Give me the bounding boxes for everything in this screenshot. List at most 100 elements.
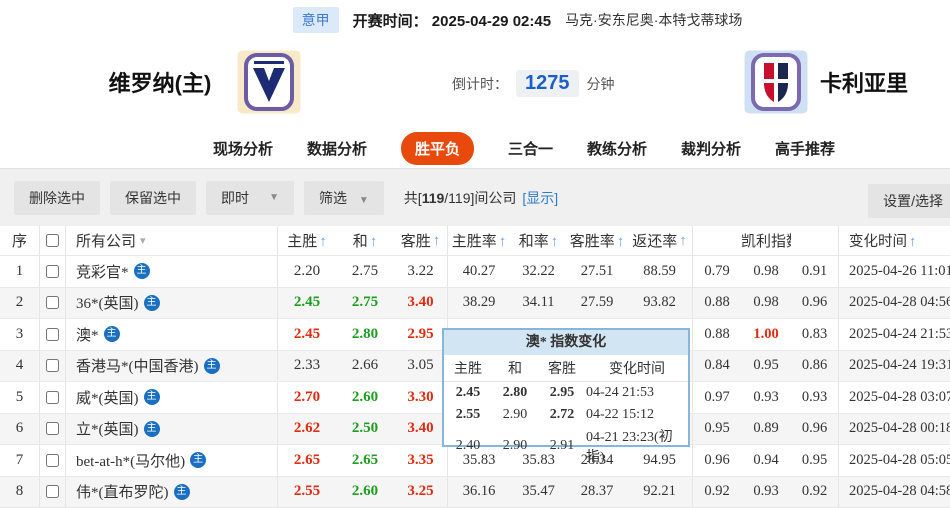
popup-odds-away: 2.95 (549, 385, 575, 400)
kelly-home: 0.84 (704, 357, 730, 374)
row-seq: 7 (0, 445, 40, 476)
company-name: bet-at-h*(马尔他) (76, 453, 186, 470)
popup-header-home: 主胜 (454, 362, 482, 377)
odds-home: 2.45 (293, 325, 321, 342)
change-time: 2025-04-26 11:01 (849, 262, 950, 279)
kickoff-value: 2025-04-29 02:45 (431, 12, 552, 30)
kelly-away: 0.91 (791, 256, 839, 287)
row-checkbox[interactable] (46, 264, 59, 278)
kelly-draw: 0.98 (753, 262, 779, 279)
tab-data-analysis[interactable]: 数据分析 (307, 138, 367, 159)
company-cell[interactable]: 威*(英国) 主 (66, 382, 278, 413)
company-cell[interactable]: 伟*(直布罗陀) 主 (66, 476, 278, 507)
company-cell[interactable]: bet-at-h*(马尔他) 主 (66, 445, 278, 476)
odds-time-select[interactable]: 即时 ▼ (206, 180, 294, 215)
show-link[interactable]: [显示] (522, 188, 558, 208)
company-cell[interactable]: 香港马*(中国香港) 主 (66, 350, 278, 381)
row-checkbox[interactable] (46, 453, 59, 467)
header-home-win[interactable]: 主胜 ↑ (278, 230, 336, 251)
odds-away: 3.05 (394, 350, 448, 381)
main-company-icon: 主 (103, 326, 120, 343)
sort-asc-icon: ↑ (550, 233, 559, 250)
away-team-logo-icon (744, 50, 808, 114)
kelly-draw: 0.93 (753, 388, 779, 405)
header-change-time[interactable]: 变化时间 ↑ (839, 230, 950, 251)
odds-time-select-value: 即时 (221, 189, 249, 206)
row-checkbox[interactable] (46, 327, 59, 341)
toolbar: 删除选中 保留选中 即时 ▼ 筛选 ▼ 共[119/119]间公司 [显示] 设… (0, 168, 950, 226)
sort-asc-icon: ↑ (319, 233, 327, 250)
row-checkbox[interactable] (46, 390, 59, 404)
popup-odds-away: 2.91 (549, 438, 575, 453)
settings-select-button[interactable]: 设置/选择 (868, 184, 950, 218)
sort-asc-icon: ↑ (679, 232, 687, 249)
select-all-checkbox[interactable] (46, 234, 59, 247)
company-name: 竞彩官* (76, 264, 129, 281)
sort-asc-icon: ↑ (616, 233, 625, 250)
kelly-home: 0.92 (704, 483, 730, 500)
countdown-value: 1275 (516, 70, 579, 97)
teams-header: 维罗纳(主) 倒计时： 1275 分钟 卡利亚里 (0, 40, 950, 128)
tab-coach-analysis[interactable]: 教练分析 (587, 138, 647, 159)
draw-rate: 32.22 (522, 262, 555, 279)
analysis-nav: 现场分析 数据分析 胜平负 三合一 教练分析 裁判分析 高手推荐 (0, 128, 950, 168)
sort-asc-icon: ↑ (909, 234, 917, 250)
away-rate: 27.51 (580, 262, 614, 279)
delete-selected-button[interactable]: 删除选中 (14, 180, 100, 215)
change-time: 2025-04-28 04:56 (849, 294, 950, 311)
change-time: 2025-04-24 19:31 (849, 357, 950, 374)
tab-three-in-one[interactable]: 三合一 (508, 138, 553, 159)
company-cell[interactable]: 36*(英国) 主 (66, 287, 278, 318)
header-checkbox-cell (40, 226, 66, 255)
header-kelly-pad (791, 226, 839, 255)
company-cell[interactable]: 澳* 主 (66, 319, 278, 350)
row-checkbox[interactable] (46, 296, 59, 310)
kelly-home: 0.79 (704, 262, 730, 279)
odds-away: 3.25 (394, 476, 448, 507)
header-draw[interactable]: 和 ↑ (336, 230, 394, 251)
row-checkbox[interactable] (46, 422, 59, 436)
tab-expert-recommend[interactable]: 高手推荐 (775, 138, 835, 159)
filter-dropdown[interactable]: 筛选 ▼ (304, 180, 384, 215)
sort-asc-icon: ↑ (369, 233, 378, 250)
league-badge[interactable]: 意甲 (292, 7, 339, 33)
popup-data-row: 2.55 2.90 2.72 04-22 15:12 (444, 404, 688, 426)
tab-win-draw-lose[interactable]: 胜平负 (400, 131, 474, 165)
odds-home: 2.20 (293, 262, 321, 279)
filter-label: 筛选 (319, 189, 347, 206)
company-name: 36*(英国) (76, 296, 139, 313)
company-cell[interactable]: 竞彩官* 主 (66, 256, 278, 287)
company-count: 共[119/119]间公司 (403, 189, 517, 206)
change-time: 2025-04-28 03:07 (849, 388, 950, 405)
odds-draw: 2.50 (351, 420, 379, 437)
popup-body: 2.45 2.80 2.95 04-24 21:53 2.55 2.90 2.7… (444, 382, 688, 465)
row-seq: 4 (0, 350, 40, 381)
header-away-win[interactable]: 客胜 ↑ (394, 226, 448, 255)
odds-away: 2.95 (394, 319, 448, 350)
tab-referee-analysis[interactable]: 裁判分析 (681, 138, 741, 159)
home-team-name: 维罗纳(主) (108, 71, 212, 96)
kelly-draw: 0.98 (753, 294, 779, 311)
header-away-rate[interactable]: 客胜率 ↑ (567, 230, 627, 251)
odds-away: 3.35 (394, 445, 448, 476)
odds-home: 2.70 (293, 388, 321, 405)
row-checkbox[interactable] (46, 485, 59, 499)
away-team-name: 卡利亚里 (820, 71, 909, 96)
kelly-draw: 0.93 (753, 483, 779, 500)
popup-odds-draw: 2.90 (502, 407, 528, 422)
header-return-rate[interactable]: 返还率 ↑ (627, 226, 693, 255)
keep-selected-button[interactable]: 保留选中 (110, 180, 196, 215)
tab-live-analysis[interactable]: 现场分析 (213, 138, 273, 159)
main-company-icon: 主 (173, 483, 190, 500)
header-home-rate[interactable]: 主胜率 ↑ (448, 230, 510, 251)
header-company[interactable]: 所有公司 ▾ (66, 226, 278, 255)
kelly-away: 0.95 (791, 445, 839, 476)
company-cell[interactable]: 立*(英国) 主 (66, 413, 278, 444)
header-draw-rate[interactable]: 和率 ↑ (510, 230, 567, 251)
kelly-away: 0.96 (791, 413, 839, 444)
kelly-home: 0.88 (704, 325, 730, 342)
change-time: 2025-04-28 00:18 (849, 420, 950, 437)
kelly-away: 0.86 (791, 350, 839, 381)
row-checkbox[interactable] (46, 359, 59, 373)
odds-home: 2.55 (293, 483, 321, 500)
